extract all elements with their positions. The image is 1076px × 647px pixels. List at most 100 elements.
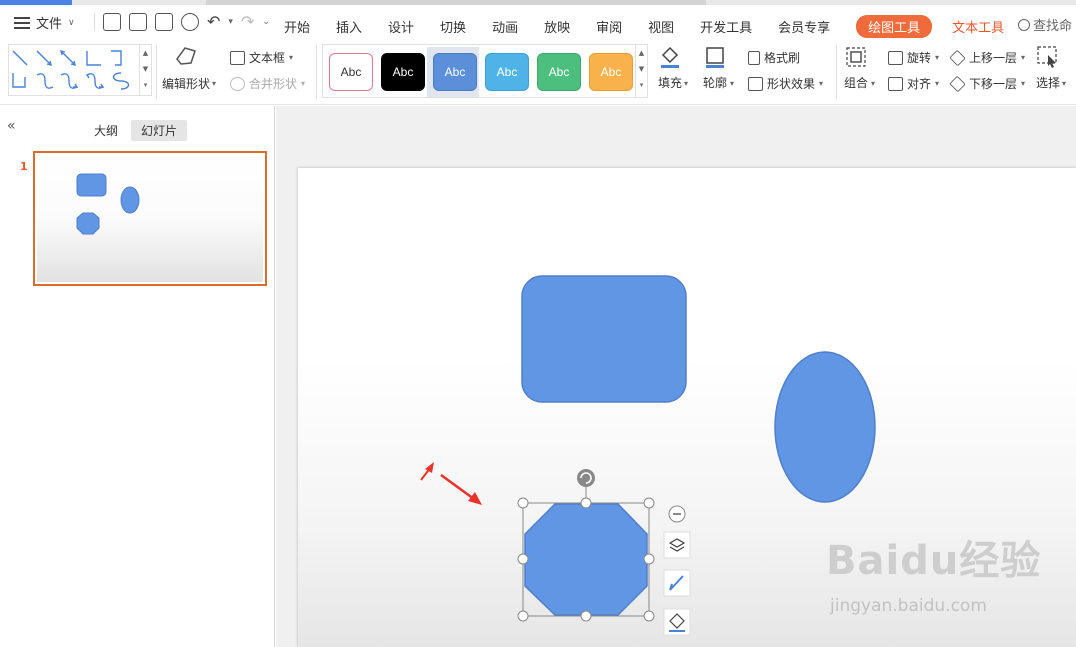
rotate-label: 旋转 (907, 51, 932, 65)
select-cursor-icon (1037, 46, 1057, 68)
tab-transitions[interactable]: 切换 (440, 17, 466, 36)
textbox-label: 文本框 (249, 51, 286, 65)
customize-toolbar-icon[interactable]: ⌄ (262, 17, 270, 27)
outline-dropdown-icon[interactable]: ▾ (730, 79, 734, 88)
tab-outline[interactable]: 大纲 (84, 120, 128, 141)
thumb-rounded-rect (76, 173, 107, 197)
watermark-brand: Baidu经验 (826, 538, 1042, 584)
shape-style-5[interactable]: Abc (537, 53, 581, 91)
shape-style-3[interactable]: Abc (433, 53, 477, 91)
shape-effect-button[interactable]: 形状效果 ▾ (748, 75, 823, 92)
print-preview-icon[interactable] (181, 13, 199, 31)
gallery-scroll[interactable]: ▲ ▼ ▾ (139, 45, 151, 95)
format-painter-button[interactable]: 格式刷 (748, 49, 800, 66)
thumb-decagon (76, 212, 100, 235)
outline-button[interactable]: 轮廓 (703, 45, 727, 91)
shape-style-4-label: Abc (496, 65, 518, 79)
edit-shape-dropdown-icon[interactable]: ▾ (212, 79, 216, 88)
chevron-down-icon: ∨ (68, 17, 75, 28)
send-backward-label: 下移一层 (969, 77, 1018, 91)
fill-label: 填充 (658, 76, 683, 90)
group-button[interactable]: 组合 (844, 45, 868, 91)
file-menu-button[interactable]: 文件 ∨ (14, 13, 75, 32)
search-command[interactable]: 查找命 (1017, 15, 1072, 34)
quick-access-toolbar: ↶ ▾ ↷ ⌄ (94, 13, 270, 31)
search-icon (1017, 18, 1030, 31)
export-pdf-icon[interactable] (129, 13, 147, 31)
textbox-button[interactable]: 文本框 ▾ (230, 49, 293, 66)
align-button[interactable]: 对齐 ▾ (888, 75, 939, 92)
merge-shape-button[interactable]: 合并形状 ▾ (230, 75, 305, 92)
watermark-url: jingyan.baidu.com (830, 596, 987, 616)
tab-view[interactable]: 视图 (648, 17, 674, 36)
select-button[interactable]: 选择 (1036, 45, 1060, 91)
tab-home[interactable]: 开始 (284, 17, 310, 36)
tab-slideshow[interactable]: 放映 (544, 17, 570, 36)
tab-slides[interactable]: 幻灯片 (131, 120, 188, 141)
redo-icon[interactable]: ↷ (241, 13, 254, 31)
shape-style-1-label: Abc (340, 65, 362, 79)
tab-design[interactable]: 设计 (388, 17, 414, 36)
edit-shape-label: 编辑形状 (162, 77, 211, 91)
fill-button[interactable]: 填充 (658, 45, 682, 91)
slides-panel: « 大纲 幻灯片 1 (0, 106, 275, 647)
format-painter-label: 格式刷 (764, 51, 801, 65)
shape-style-6-label: Abc (600, 65, 622, 79)
textbox-icon (230, 50, 245, 65)
styles-scroll[interactable]: ▲ ▼ ▾ (635, 45, 647, 97)
tab-text-tools[interactable]: 文本工具 (952, 17, 1004, 36)
shape-style-1[interactable]: Abc (329, 53, 373, 91)
group-label: 组合 (844, 76, 869, 90)
shape-style-2[interactable]: Abc (381, 53, 425, 91)
select-label: 选择 (1036, 76, 1061, 90)
undo-icon[interactable]: ↶ (207, 13, 220, 31)
select-dropdown-icon[interactable]: ▾ (1062, 79, 1066, 88)
line-shapes-gallery[interactable]: ▲ ▼ ▾ (8, 44, 152, 96)
tab-developer[interactable]: 开发工具 (700, 17, 752, 36)
tab-member[interactable]: 会员专享 (778, 17, 830, 36)
outline-icon (706, 47, 724, 68)
send-backward-icon (949, 75, 966, 92)
tab-insert[interactable]: 插入 (336, 17, 362, 36)
shape-style-6[interactable]: Abc (589, 53, 633, 91)
tab-drawing-tools[interactable]: 绘图工具 (856, 15, 933, 38)
fill-dropdown-icon[interactable]: ▾ (684, 79, 688, 88)
edit-shape-icon (176, 47, 196, 65)
save-icon[interactable] (103, 13, 121, 31)
tab-animations[interactable]: 动画 (492, 17, 518, 36)
tab-review[interactable]: 审阅 (596, 17, 622, 36)
thumbnail-shapes (76, 173, 140, 235)
group-dropdown-icon[interactable]: ▾ (871, 79, 875, 88)
shape-styles-gallery: Abc Abc Abc Abc Abc Abc ▲ ▼ ▾ (322, 44, 648, 98)
rotate-button[interactable]: 旋转 ▾ (888, 49, 939, 66)
ribbon: ▲ ▼ ▾ 编辑形状 ▾ 文本框 ▾ 合并形状 ▾ Abc Abc Abc Abc … (0, 41, 1076, 105)
bring-forward-button[interactable]: 上移一层 ▾ (949, 49, 1025, 66)
bring-forward-icon (949, 49, 966, 66)
align-icon (888, 76, 903, 91)
shape-style-4[interactable]: Abc (485, 53, 529, 91)
shape-style-2-label: Abc (392, 65, 414, 79)
send-backward-button[interactable]: 下移一层 ▾ (949, 75, 1025, 92)
ribbon-tabs: 开始 插入 设计 切换 动画 放映 审阅 视图 开发工具 会员专享 绘图工具 文… (284, 15, 1030, 38)
baidu-watermark: Baidu经验 jingyan.baidu.com (826, 528, 1040, 624)
menu-bar: 文件 ∨ ↶ ▾ ↷ ⌄ 开始 插入 设计 切换 动画 放映 审阅 视图 开发工具… (0, 5, 1076, 41)
undo-dropdown-icon[interactable]: ▾ (228, 17, 233, 27)
line-shapes-icon (12, 50, 130, 90)
align-label: 对齐 (907, 77, 932, 91)
fill-bucket-icon (661, 46, 679, 68)
shape-style-3-label: Abc (444, 65, 466, 79)
shape-style-5-label: Abc (548, 65, 570, 79)
bring-forward-label: 上移一层 (969, 51, 1018, 65)
edit-shape-button[interactable]: 编辑形状 (162, 45, 210, 92)
outline-label: 轮廓 (703, 76, 728, 90)
hamburger-icon (14, 16, 30, 29)
print-icon[interactable] (155, 13, 173, 31)
collapse-panel-icon[interactable]: « (7, 118, 16, 134)
shape-effect-icon (748, 76, 763, 91)
search-label: 查找命 (1032, 19, 1072, 34)
slide-number: 1 (20, 160, 28, 173)
rotate-icon (888, 50, 903, 65)
slide-thumbnail-1[interactable] (33, 151, 267, 286)
group-icon (846, 47, 866, 67)
shape-effect-label: 形状效果 (767, 77, 816, 91)
